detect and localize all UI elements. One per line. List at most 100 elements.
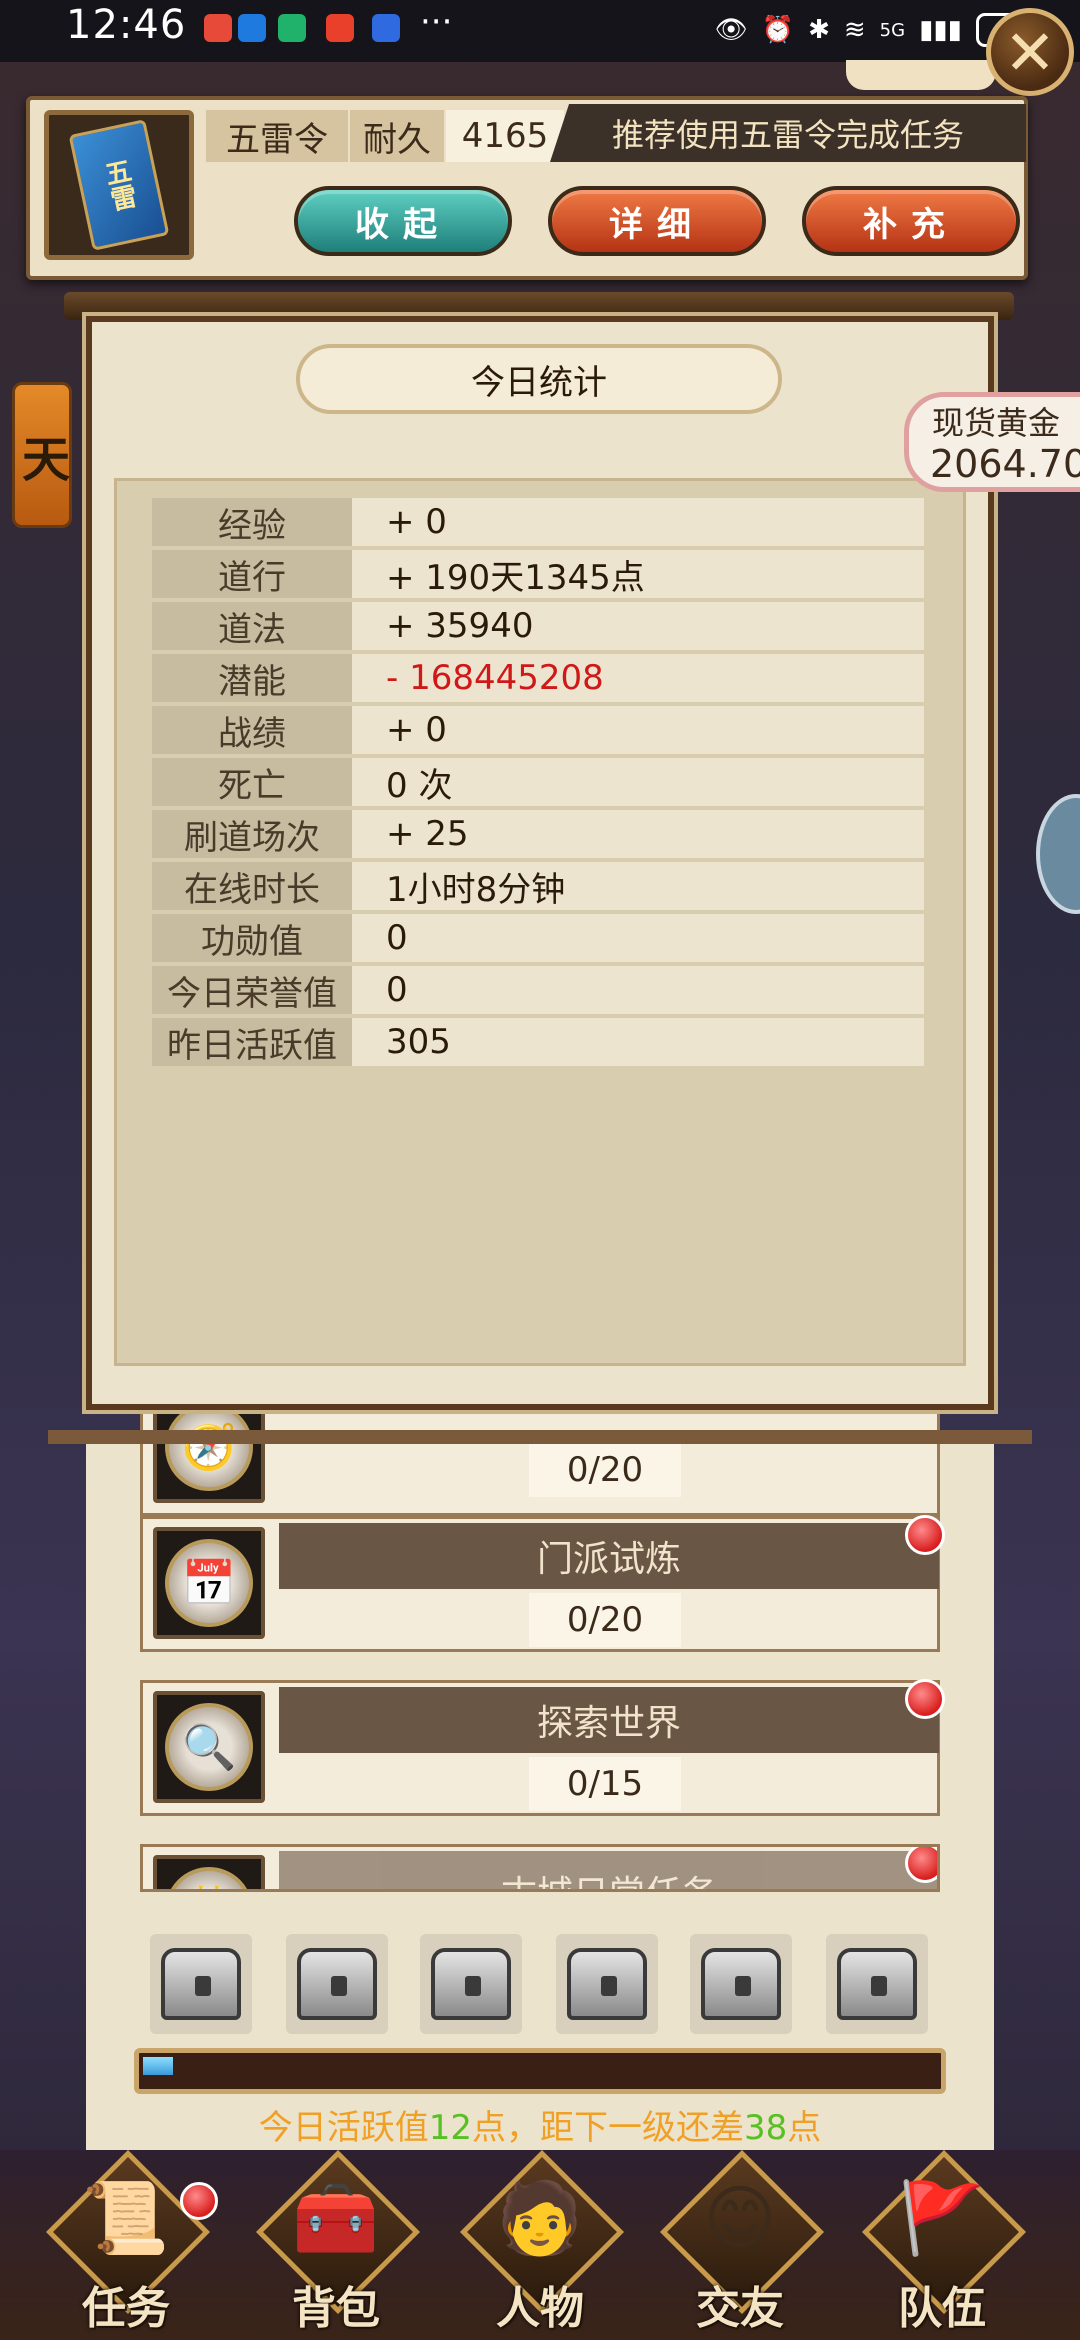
collapse-button[interactable]: 收起 — [294, 186, 512, 256]
stat-label: 道法 — [152, 602, 352, 650]
calendar-icon: 📅 — [165, 1539, 253, 1627]
chest-icon: 🧰 — [292, 2176, 380, 2259]
stat-value: 305 — [352, 1018, 924, 1066]
stat-value: 0 — [352, 914, 924, 962]
stat-row: 今日荣誉值 0 — [152, 966, 924, 1014]
activity-progress-fill — [143, 2057, 173, 2075]
stat-value: 0 次 — [352, 758, 924, 806]
notification-dot-icon — [180, 2182, 218, 2220]
stat-row: 昨日活跃值 305 — [152, 1018, 924, 1066]
stat-value: 1小时8分钟 — [352, 862, 924, 910]
bluetooth-icon: ✱ — [808, 15, 830, 45]
stat-row: 在线时长 1小时8分钟 — [152, 862, 924, 910]
alarm-icon: ⏰ — [761, 15, 795, 45]
smiley-icon: 😊 — [703, 2177, 777, 2259]
status-bar: 12:46 ··· 👁 ⏰ ✱ ≋ 5G ▮▮▮ 49 — [0, 0, 1080, 62]
task-progress: 0/20 — [529, 1593, 681, 1647]
stat-value: + 25 — [352, 810, 924, 858]
scroll-icon: 📜 — [82, 2176, 170, 2259]
stat-label: 道行 — [152, 550, 352, 598]
task-icon-glyph: 🏯 — [165, 1867, 253, 1889]
notification-dot-icon — [905, 1679, 945, 1719]
clock: 12:46 — [66, 2, 187, 48]
detail-button[interactable]: 详细 — [548, 186, 766, 256]
scroll-decoration — [846, 60, 996, 90]
task-icon: 🔍 — [153, 1691, 265, 1803]
stat-row: 道法 + 35940 — [152, 602, 924, 650]
task-icon: 📅 — [153, 1527, 265, 1639]
stat-row: 死亡 0 次 — [152, 758, 924, 806]
gold-value: 2064.70 — [930, 442, 1080, 486]
stat-label: 战绩 — [152, 706, 352, 754]
token-bar: 五雷 五雷令 耐久 4165 推荐使用五雷令完成任务 收起 详细 补充 — [26, 96, 1028, 280]
weibo-icon — [326, 14, 354, 42]
stat-row: 经验 + 0 — [152, 498, 924, 546]
task-title: 探索世界 — [279, 1687, 939, 1753]
eye-icon: 👁 — [714, 15, 748, 45]
stat-row: 刷道场次 + 25 — [152, 810, 924, 858]
stat-row: 道行 + 190天1345点 — [152, 550, 924, 598]
durability-value: 4165 — [446, 110, 564, 162]
task-progress: 0/20 — [529, 1443, 681, 1497]
nav-character-button[interactable]: 🧑 人物 — [454, 2149, 626, 2334]
activity-progress-bar — [134, 2048, 946, 2094]
task-item[interactable]: 🔍 探索世界 0/15 — [140, 1679, 945, 1816]
reward-chest-icon[interactable] — [420, 1934, 522, 2034]
stat-row: 战绩 + 0 — [152, 706, 924, 754]
nav-friends-button[interactable]: 😊 交友 — [654, 2149, 826, 2334]
character-avatar-icon: 🧑 — [496, 2176, 584, 2259]
activity-text: 今日活跃值12点，距下一级还差38点 — [258, 2108, 822, 2148]
nav-team-button[interactable]: 🚩 队伍 — [856, 2149, 1028, 2334]
magnifier-icon: 🔍 — [165, 1703, 253, 1791]
stat-value: + 0 — [352, 706, 924, 754]
token-name: 五雷令 — [206, 110, 348, 162]
notification-dot-icon — [905, 1515, 945, 1555]
stat-value: - 168445208 — [352, 654, 924, 702]
stat-row: 潜能 - 168445208 — [152, 654, 924, 702]
nav-bag-button[interactable]: 🧰 背包 — [250, 2149, 422, 2334]
task-title: 古城日常任务 — [279, 1851, 937, 1889]
task-item[interactable]: 📅 门派试炼 0/20 — [140, 1515, 945, 1652]
task-progress: 0/15 — [529, 1757, 681, 1811]
task-item[interactable]: 🏯 古城日常任务 — [140, 1844, 940, 1892]
activity-remaining: 38 — [744, 2108, 788, 2148]
supply-button[interactable]: 补充 — [802, 186, 1020, 256]
close-button[interactable]: ✕ — [986, 8, 1074, 96]
stat-label: 潜能 — [152, 654, 352, 702]
notification-app-icon — [204, 14, 232, 42]
side-avatar-button[interactable] — [1036, 794, 1080, 914]
recommend-text: 推荐使用五雷令完成任务 — [550, 104, 1026, 162]
stat-label: 今日荣誉值 — [152, 966, 352, 1014]
stat-row: 功勋值 0 — [152, 914, 924, 962]
stat-value: 0 — [352, 966, 924, 1014]
reward-chest-icon[interactable] — [556, 1934, 658, 2034]
more-notifications-icon: ··· — [420, 2, 453, 42]
panel-rod — [48, 1430, 1032, 1444]
task-title: 门派试炼 — [279, 1523, 939, 1589]
stat-label: 经验 — [152, 498, 352, 546]
reward-chest-icon[interactable] — [150, 1934, 252, 2034]
signal-icon: ▮▮▮ — [919, 15, 962, 45]
reward-chest-icon[interactable] — [690, 1934, 792, 2034]
durability-label: 耐久 — [350, 110, 444, 162]
token-icon-text: 五雷 — [68, 119, 170, 251]
notification-app-icon — [372, 14, 400, 42]
stat-label: 功勋值 — [152, 914, 352, 962]
stat-label: 昨日活跃值 — [152, 1018, 352, 1066]
lantern-char: 天 — [22, 432, 71, 488]
stats-title: 今日统计 — [296, 344, 782, 414]
wifi-icon: ≋ — [843, 15, 866, 45]
stat-value: + 35940 — [352, 602, 924, 650]
notification-dot-icon — [905, 1847, 937, 1883]
reward-chest-icon[interactable] — [286, 1934, 388, 2034]
wulei-token-icon: 五雷 — [44, 110, 194, 260]
signal-5g: 5G — [879, 19, 906, 41]
nav-task-button[interactable]: 📜 任务 — [40, 2149, 212, 2334]
stat-label: 刷道场次 — [152, 810, 352, 858]
gold-label: 现货黄金 — [932, 404, 1061, 442]
stat-value: + 190天1345点 — [352, 550, 924, 598]
activity-value: 12 — [428, 2108, 472, 2148]
reward-chest-icon[interactable] — [826, 1934, 928, 2034]
stat-label: 死亡 — [152, 758, 352, 806]
compass-icon: 🧭 — [165, 1403, 253, 1491]
